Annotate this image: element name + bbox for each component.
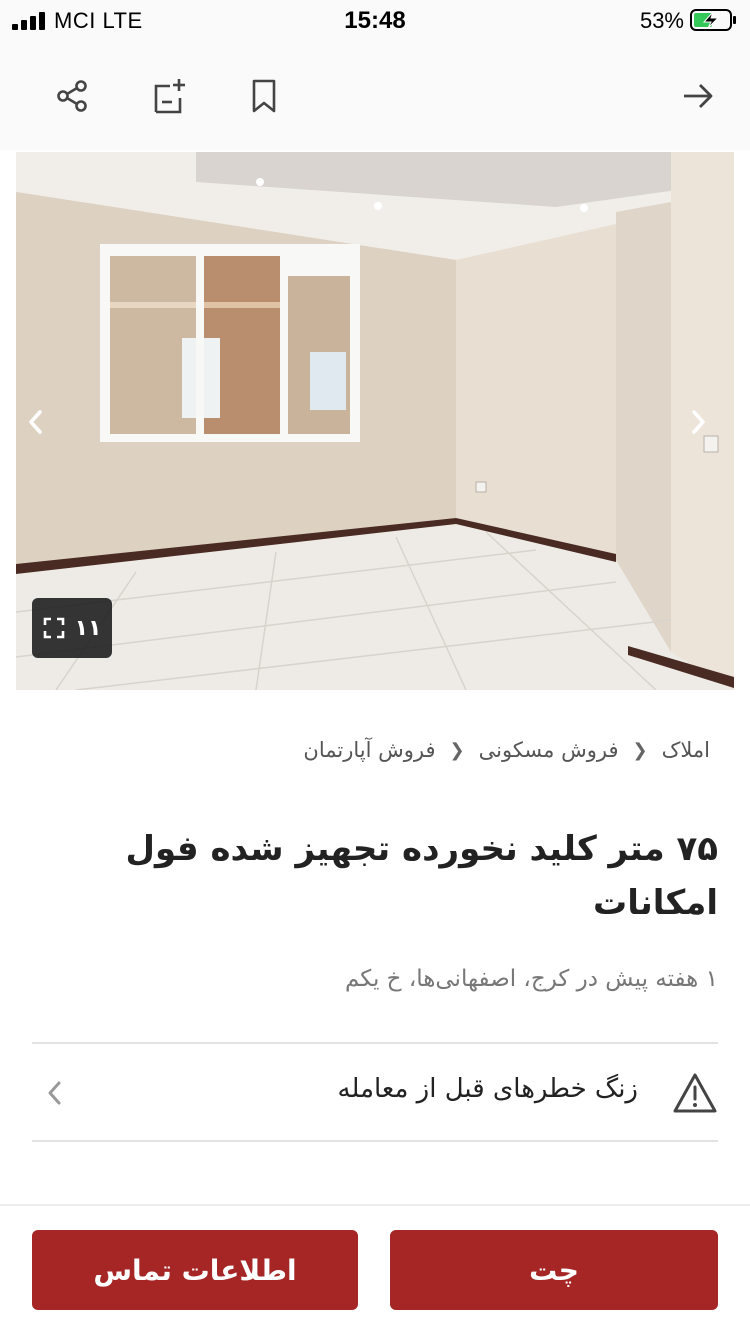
- chevron-right-icon: [692, 410, 705, 434]
- battery-icon: [690, 9, 736, 31]
- listing-title: ۷۵ متر کلید نخورده تجهیز شده فول امکانات: [125, 829, 718, 923]
- bottom-action-bar: اطلاعات تماس چت: [0, 1204, 750, 1334]
- chevron-left-icon: ❮: [632, 739, 648, 761]
- warning-label: زنگ خطرهای قبل از معامله: [337, 1074, 638, 1104]
- add-note-icon[interactable]: [146, 74, 190, 118]
- fullscreen-icon: [43, 617, 64, 639]
- divider: [32, 1042, 718, 1044]
- breadcrumb: املاک ❮ فروش مسکونی ❮ فروش آپارتمان: [303, 738, 710, 762]
- listing-photo: [16, 152, 734, 690]
- chevron-left-icon: [29, 410, 42, 434]
- breadcrumb-item-residential-sale[interactable]: فروش مسکونی: [479, 738, 619, 762]
- chat-button[interactable]: چت: [390, 1230, 718, 1310]
- chevron-left-icon: [48, 1081, 61, 1105]
- battery-percent: 53%: [639, 8, 684, 33]
- clock: 15:48: [344, 7, 406, 34]
- pre-deal-warnings-row[interactable]: زنگ خطرهای قبل از معامله: [32, 1046, 718, 1140]
- divider: [32, 1140, 718, 1142]
- contact-info-button[interactable]: اطلاعات تماس: [32, 1230, 358, 1310]
- photo-gallery[interactable]: ۱۱: [16, 152, 734, 690]
- chevron-left-icon: ❮: [449, 739, 465, 761]
- breadcrumb-item-apartment-sale[interactable]: فروش آپارتمان: [303, 738, 435, 762]
- photo-count: ۱۱: [74, 615, 102, 641]
- breadcrumb-item-real-estate[interactable]: املاک: [662, 738, 710, 762]
- share-icon[interactable]: [50, 74, 94, 118]
- photo-count-badge[interactable]: ۱۱: [32, 598, 112, 658]
- back-arrow-icon[interactable]: [676, 74, 720, 118]
- warning-icon: [673, 1073, 717, 1113]
- gallery-prev-button[interactable]: [16, 402, 56, 442]
- top-toolbar: [0, 44, 750, 150]
- listing-meta: ۱ هفته پیش در کرج، اصفهانی‌ها، خ یکم: [344, 966, 718, 992]
- status-bar: MCI LTE 15:48 53%: [0, 0, 750, 44]
- gallery-next-button[interactable]: [678, 402, 718, 442]
- bookmark-icon[interactable]: [242, 74, 286, 118]
